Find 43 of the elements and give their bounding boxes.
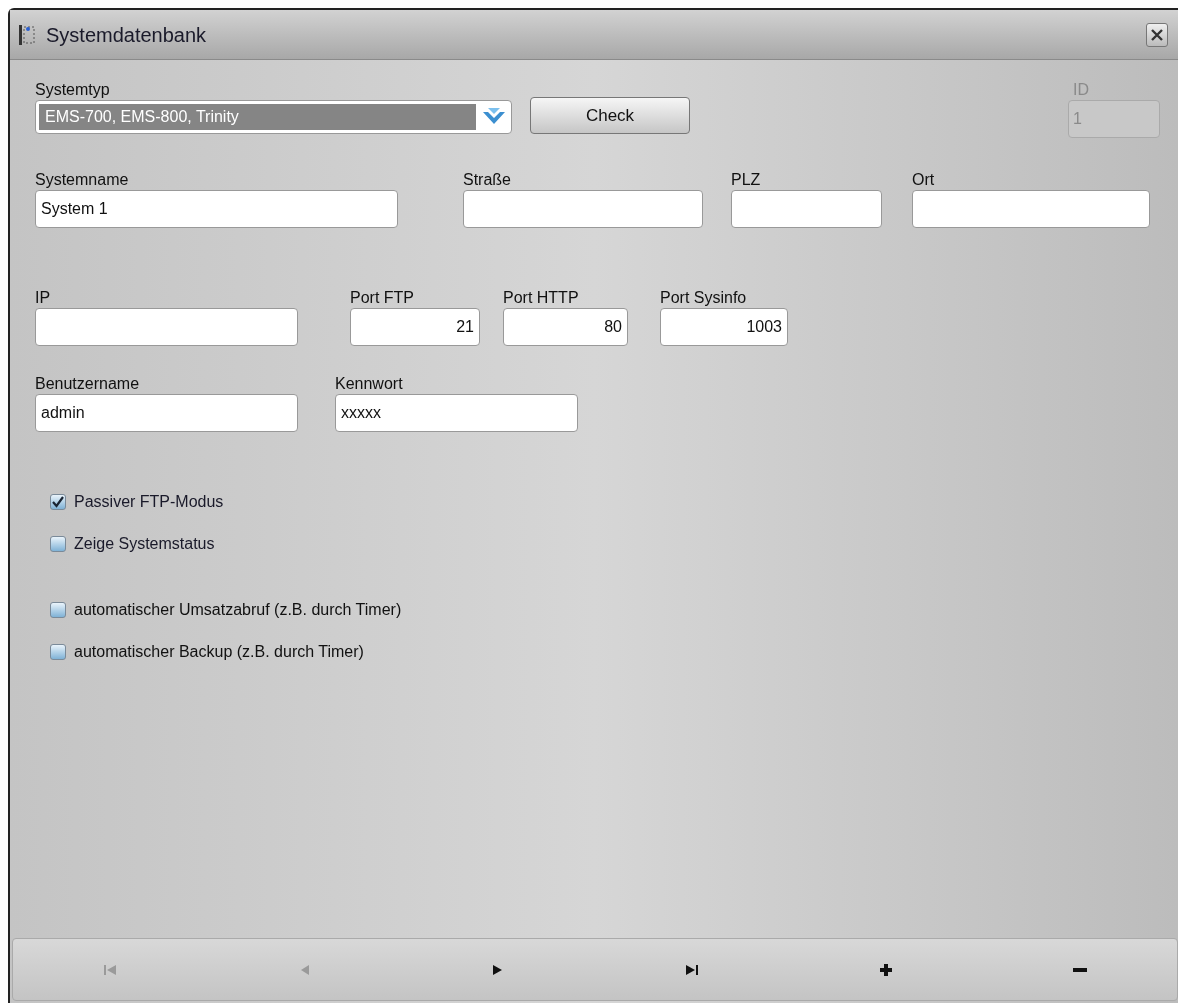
field-value: admin (41, 403, 85, 423)
field-label: Systemname (35, 170, 130, 190)
field-label: Port HTTP (503, 288, 580, 308)
field-value: 21 (456, 317, 474, 337)
field-label: Port FTP (350, 288, 415, 308)
field-label: Straße (463, 170, 512, 190)
text-field[interactable]: xxxxx (335, 394, 578, 432)
close-button[interactable] (1146, 22, 1168, 47)
checkbox-label: Zeige Systemstatus (74, 534, 215, 554)
text-field[interactable] (731, 190, 882, 228)
field-label: PLZ (731, 170, 762, 190)
field-label: Kennwort (335, 374, 404, 394)
field-label: IP (35, 288, 52, 308)
text-field[interactable] (463, 190, 703, 228)
checkbox-label: automatischer Backup (z.B. durch Timer) (74, 642, 364, 662)
checkbox-label: Passiver FTP-Modus (74, 492, 224, 512)
checkmark-icon (52, 496, 64, 508)
field-label: Systemtyp (35, 80, 111, 100)
window-title: Systemdatenbank (46, 22, 207, 48)
close-icon (1151, 28, 1163, 41)
field-value: xxxxx (341, 403, 381, 423)
system-type-dropdown[interactable]: EMS-700, EMS-800, Trinity (35, 100, 512, 134)
field-value: 80 (604, 317, 622, 337)
field-label: Ort (912, 170, 936, 190)
text-field[interactable]: 80 (503, 308, 628, 346)
checkbox[interactable] (50, 602, 66, 618)
field-label: Benutzername (35, 374, 141, 394)
dropdown-value: EMS-700, EMS-800, Trinity (45, 107, 239, 127)
check-button[interactable]: Check (530, 97, 690, 134)
text-field[interactable] (35, 308, 298, 346)
field-value: 1003 (746, 317, 782, 337)
field-value: System 1 (41, 199, 108, 219)
checkbox[interactable] (50, 494, 66, 510)
text-field[interactable]: 21 (350, 308, 480, 346)
checkbox-label: automatischer Umsatzabruf (z.B. durch Timer) (74, 600, 402, 620)
text-field[interactable]: System 1 (35, 190, 398, 228)
text-field[interactable] (912, 190, 1150, 228)
checkbox[interactable] (50, 536, 66, 552)
text-field[interactable]: 1003 (660, 308, 788, 346)
checkbox[interactable] (50, 644, 66, 660)
window-icon (18, 23, 36, 46)
text-field[interactable]: admin (35, 394, 298, 432)
field-label: Port Sysinfo (660, 288, 748, 308)
